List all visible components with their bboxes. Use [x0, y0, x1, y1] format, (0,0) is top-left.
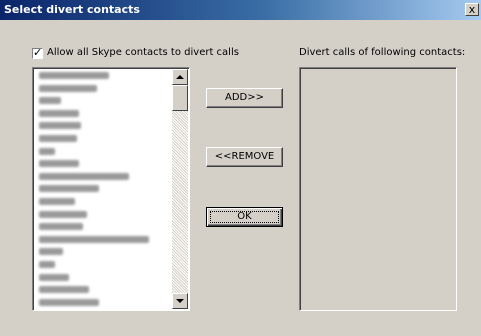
list-item[interactable]	[37, 296, 172, 309]
list-item[interactable]	[37, 157, 172, 170]
close-icon: x	[468, 3, 476, 16]
scroll-up-button[interactable]	[172, 69, 188, 85]
list-item[interactable]	[37, 132, 172, 145]
list-item[interactable]	[37, 233, 172, 246]
skype-contacts-list[interactable]	[32, 67, 190, 311]
list-item[interactable]	[37, 283, 172, 296]
divert-contacts-label: Divert calls of following contacts:	[299, 47, 466, 58]
list-item[interactable]	[37, 69, 172, 82]
list-item[interactable]	[37, 119, 172, 132]
list-item[interactable]	[37, 220, 172, 233]
list-item[interactable]	[37, 145, 172, 158]
list-item[interactable]	[37, 208, 172, 221]
scroll-down-button[interactable]	[172, 293, 188, 309]
select-divert-contacts-dialog: Select divert contacts x ✓ Allow all Sky…	[0, 0, 481, 336]
list-item[interactable]	[37, 245, 172, 258]
list-item[interactable]	[37, 195, 172, 208]
list-item[interactable]	[37, 107, 172, 120]
arrow-up-icon	[176, 75, 184, 79]
checkmark-icon: ✓	[33, 46, 43, 59]
scroll-thumb[interactable]	[172, 85, 188, 111]
add-button[interactable]: ADD>>	[206, 88, 283, 108]
close-button[interactable]: x	[465, 3, 479, 16]
ok-button-label: OK	[237, 211, 252, 222]
allow-all-checkbox[interactable]: ✓	[32, 46, 43, 59]
contact-items	[37, 69, 172, 308]
list-item[interactable]	[37, 271, 172, 284]
window-title: Select divert contacts	[4, 3, 140, 16]
title-bar[interactable]: Select divert contacts x	[0, 0, 481, 20]
list-item[interactable]	[37, 182, 172, 195]
list-item[interactable]	[37, 170, 172, 183]
list-item[interactable]	[37, 94, 172, 107]
list-item[interactable]	[37, 82, 172, 95]
divert-contacts-list[interactable]	[299, 67, 457, 311]
list-frame	[300, 68, 456, 310]
remove-button[interactable]: <<REMOVE	[206, 147, 283, 167]
list-item[interactable]	[37, 258, 172, 271]
contacts-scrollbar[interactable]	[172, 69, 188, 309]
allow-all-label[interactable]: Allow all Skype contacts to divert calls	[47, 47, 239, 58]
ok-button[interactable]: OK	[206, 207, 283, 227]
arrow-down-icon	[176, 299, 184, 303]
